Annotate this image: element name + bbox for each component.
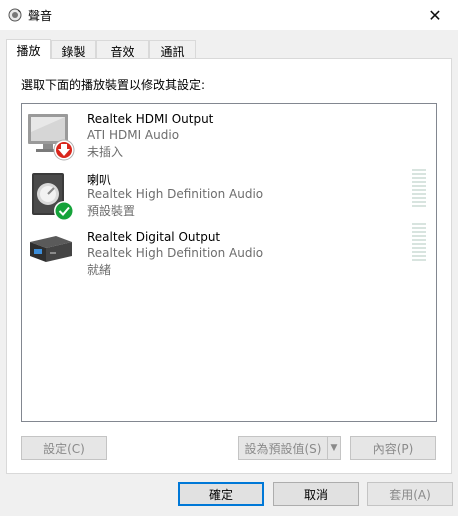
meter-segment [412, 259, 426, 261]
meter-segment [412, 185, 426, 187]
tab-communications[interactable]: 通訊 [149, 40, 196, 59]
meter-segment [412, 177, 426, 179]
speaker-icon [32, 173, 74, 221]
meter-segment [412, 169, 426, 171]
meter-segment [412, 243, 426, 245]
set-default-button[interactable]: 設為預設值(S) [238, 436, 328, 460]
device-driver: Realtek High Definition Audio [87, 187, 264, 201]
default-check-badge-icon [54, 201, 74, 221]
unplugged-badge-icon [53, 139, 75, 161]
meter-segment [412, 251, 426, 253]
meter-segment [412, 197, 426, 199]
ok-button[interactable]: 確定 [178, 482, 264, 506]
meter-segment [412, 189, 426, 191]
title-bar: 聲音 ✕ [0, 0, 458, 30]
meter-segment [412, 247, 426, 249]
meter-segment [412, 239, 426, 241]
playback-panel: 選取下面的播放裝置以修改其設定: Realtek HDMI Output ATI… [6, 58, 452, 474]
monitor-icon [28, 114, 75, 161]
set-default-dropdown-icon[interactable]: ▼ [327, 436, 341, 460]
meter-segment [412, 223, 426, 225]
tab-playback[interactable]: 播放 [6, 39, 51, 59]
meter-segment [412, 181, 426, 183]
meter-segment [412, 235, 426, 237]
digital-output-icon [30, 236, 72, 262]
device-name: Realtek HDMI Output [87, 112, 214, 126]
meter-segment [412, 201, 426, 203]
window-title: 聲音 [28, 9, 53, 23]
tab-sounds[interactable]: 音效 [96, 40, 149, 59]
device-driver: ATI HDMI Audio [87, 128, 180, 142]
properties-button[interactable]: 內容(P) [350, 436, 436, 460]
device-status: 預設裝置 [87, 204, 136, 218]
apply-button[interactable]: 套用(A) [367, 482, 453, 506]
meter-segment [412, 205, 426, 207]
speaker-app-icon [8, 8, 22, 22]
volume-meter [412, 223, 426, 261]
device-status: 就緒 [87, 263, 112, 277]
close-button[interactable]: ✕ [412, 0, 458, 30]
device-name: 喇叭 [87, 173, 112, 187]
cancel-button[interactable]: 取消 [273, 482, 359, 506]
device-name: Realtek Digital Output [87, 230, 221, 244]
instruction-text: 選取下面的播放裝置以修改其設定: [21, 78, 206, 92]
meter-segment [412, 255, 426, 257]
device-status: 未插入 [87, 145, 124, 159]
device-item-hdmi[interactable]: Realtek HDMI Output ATI HDMI Audio 未插入 [22, 112, 436, 168]
meter-segment [412, 231, 426, 233]
configure-button[interactable]: 設定(C) [21, 436, 107, 460]
device-driver: Realtek High Definition Audio [87, 246, 264, 260]
device-item-digital-output[interactable]: Realtek Digital Output Realtek High Defi… [22, 223, 436, 286]
device-item-speakers[interactable]: 喇叭 Realtek High Definition Audio 預設裝置 [22, 169, 436, 227]
device-list[interactable]: Realtek HDMI Output ATI HDMI Audio 未插入 喇… [21, 103, 437, 422]
volume-meter [412, 169, 426, 207]
tab-recording[interactable]: 錄製 [51, 40, 96, 59]
meter-segment [412, 193, 426, 195]
meter-segment [412, 227, 426, 229]
meter-segment [412, 173, 426, 175]
